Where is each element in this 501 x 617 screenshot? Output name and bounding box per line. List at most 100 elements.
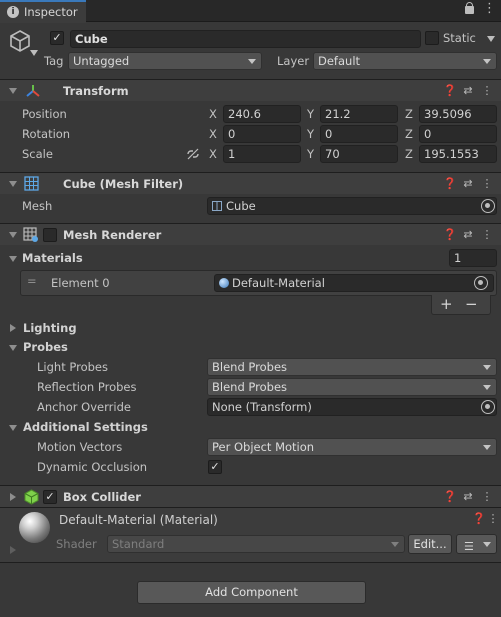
foldout-arrow-icon[interactable] — [10, 493, 16, 501]
shader-value: Standard — [112, 537, 165, 551]
object-picker-icon[interactable] — [481, 400, 495, 414]
rotation-y-label[interactable]: Y — [307, 127, 314, 141]
mesh-renderer-icon — [23, 227, 38, 242]
foldout-arrow-icon[interactable] — [9, 232, 17, 238]
menu-icon[interactable]: ⋮ — [480, 84, 494, 98]
reflection-probes-value: Blend Probes — [212, 380, 288, 394]
materials-label[interactable]: Materials — [22, 251, 83, 265]
materials-foldout-icon[interactable] — [9, 256, 17, 262]
position-x-field[interactable]: 240.6 — [223, 105, 301, 123]
material-sphere-icon — [219, 278, 229, 288]
rotation-z-label[interactable]: Z — [405, 127, 413, 141]
static-checkbox[interactable] — [425, 31, 439, 45]
reflection-probes-dropdown[interactable]: Blend Probes — [207, 378, 497, 396]
probes-foldout-icon[interactable] — [9, 345, 17, 351]
object-icon-dropdown[interactable] — [30, 50, 38, 56]
scale-x-label[interactable]: X — [209, 147, 217, 161]
mesh-renderer-enabled-checkbox[interactable] — [43, 228, 57, 242]
add-component-button[interactable]: Add Component — [137, 581, 366, 604]
shader-dropdown[interactable]: Standard — [107, 535, 405, 553]
additional-settings-foldout-icon[interactable] — [9, 425, 17, 431]
material-foldout-icon[interactable] — [10, 546, 16, 554]
help-icon[interactable]: ❓ — [443, 490, 457, 504]
rotation-z-field[interactable]: 0 — [419, 125, 497, 143]
menu-icon[interactable]: ⋮ — [486, 512, 500, 526]
object-name-field[interactable]: Cube — [70, 30, 421, 48]
tab-menu-icon[interactable]: ⋮ — [483, 2, 496, 15]
scale-x-field[interactable]: 1 — [223, 145, 301, 163]
remove-element-button[interactable]: − — [465, 295, 478, 313]
reflection-probes-label: Reflection Probes — [37, 380, 137, 394]
chevron-down-icon — [391, 542, 399, 547]
rotation-y-field[interactable]: 0 — [320, 125, 398, 143]
help-icon[interactable]: ❓ — [443, 228, 457, 242]
lighting-foldout-icon[interactable] — [10, 324, 16, 332]
mesh-renderer-header[interactable]: Mesh Renderer ❓ ⇄ ⋮ — [0, 223, 501, 245]
layer-dropdown[interactable]: Default — [313, 52, 497, 70]
motion-vectors-dropdown[interactable]: Per Object Motion — [207, 438, 497, 456]
scale-y-field[interactable]: 70 — [320, 145, 398, 163]
tag-dropdown[interactable]: Untagged — [68, 52, 262, 70]
shader-options-button[interactable]: ☰ — [456, 534, 497, 554]
help-icon[interactable]: ❓ — [472, 512, 486, 526]
chevron-down-icon — [483, 445, 491, 450]
presets-icon[interactable]: ⇄ — [461, 228, 475, 242]
static-dropdown-arrow[interactable] — [487, 36, 495, 42]
dynamic-occlusion-checkbox[interactable]: ✓ — [208, 460, 222, 474]
lighting-label[interactable]: Lighting — [23, 321, 77, 335]
lock-shackle — [466, 2, 473, 8]
box-collider-header[interactable]: ✓ Box Collider ❓ ⇄ ⋮ — [0, 485, 501, 507]
help-icon[interactable]: ❓ — [443, 177, 457, 191]
constrain-proportions-icon[interactable] — [186, 148, 200, 160]
active-checkbox[interactable]: ✓ — [50, 31, 64, 45]
object-picker-icon[interactable] — [481, 199, 495, 213]
help-icon[interactable]: ❓ — [443, 84, 457, 98]
mesh-object-field[interactable]: Cube — [207, 197, 497, 215]
anchor-override-label: Anchor Override — [37, 400, 131, 414]
layer-label: Layer — [277, 54, 310, 68]
light-probes-label: Light Probes — [37, 360, 108, 374]
chevron-down-icon — [483, 385, 491, 390]
position-x-label[interactable]: X — [209, 107, 217, 121]
scale-z-label[interactable]: Z — [405, 147, 413, 161]
mesh-renderer-title: Mesh Renderer — [63, 228, 162, 242]
drag-handle-icon[interactable]: = — [27, 274, 37, 288]
mesh-filter-header[interactable]: Cube (Mesh Filter) ❓ ⇄ ⋮ — [0, 172, 501, 194]
materials-count-field[interactable]: 1 — [449, 249, 497, 267]
rotation-x-label[interactable]: X — [209, 127, 217, 141]
material-title: Default-Material (Material) — [59, 513, 218, 527]
additional-settings-label[interactable]: Additional Settings — [23, 420, 148, 434]
foldout-arrow-icon[interactable] — [9, 181, 17, 187]
transform-header[interactable]: Transform ❓ ⇄ ⋮ — [0, 79, 501, 101]
object-picker-icon[interactable] — [474, 276, 488, 290]
scale-z-field[interactable]: 195.1553 — [419, 145, 497, 163]
rotation-x-field[interactable]: 0 — [223, 125, 301, 143]
position-z-label[interactable]: Z — [405, 107, 413, 121]
position-y-field[interactable]: 21.2 — [320, 105, 398, 123]
anchor-override-field[interactable]: None (Transform) — [207, 398, 497, 416]
presets-icon[interactable]: ⇄ — [461, 177, 475, 191]
add-element-button[interactable]: + — [440, 295, 453, 313]
foldout-arrow-icon[interactable] — [9, 88, 17, 94]
box-collider-enabled-checkbox[interactable]: ✓ — [43, 490, 57, 504]
rotation-label: Rotation — [22, 127, 71, 141]
position-z-field[interactable]: 39.5096 — [419, 105, 497, 123]
menu-icon[interactable]: ⋮ — [480, 490, 494, 504]
dynamic-occlusion-label: Dynamic Occlusion — [37, 460, 148, 474]
edit-shader-button[interactable]: Edit... — [408, 534, 452, 554]
chevron-down-icon — [248, 59, 256, 64]
light-probes-value: Blend Probes — [212, 360, 288, 374]
menu-icon[interactable]: ⋮ — [480, 177, 494, 191]
element-0-field[interactable]: Default-Material — [214, 274, 494, 292]
position-y-label[interactable]: Y — [307, 107, 314, 121]
scale-y-label[interactable]: Y — [307, 147, 314, 161]
probes-label[interactable]: Probes — [23, 340, 68, 354]
menu-icon[interactable]: ⋮ — [480, 228, 494, 242]
presets-icon[interactable]: ⇄ — [461, 84, 475, 98]
scale-label: Scale — [22, 147, 53, 161]
presets-icon[interactable]: ⇄ — [461, 490, 475, 504]
position-label: Position — [22, 107, 67, 121]
box-collider-icon — [24, 489, 39, 505]
tab-inspector[interactable]: i Inspector — [0, 0, 86, 23]
light-probes-dropdown[interactable]: Blend Probes — [207, 358, 497, 376]
